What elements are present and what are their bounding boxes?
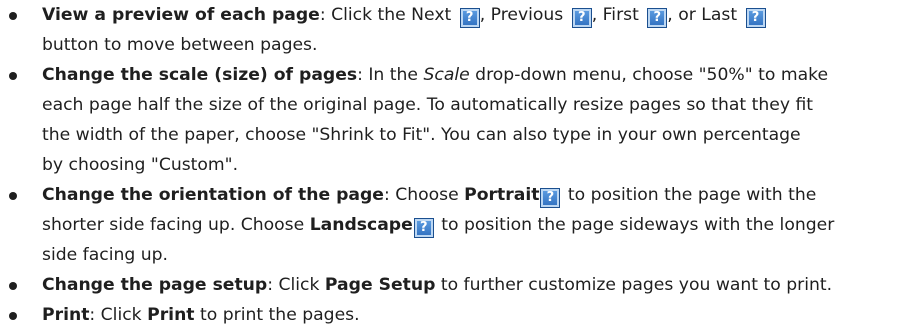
item-text: to position the page sideways with the l…: [435, 215, 835, 235]
bullet-icon: [9, 72, 17, 80]
list-item-line: the width of the paper, choose "Shrink t…: [42, 125, 801, 145]
list-item-line: Change the scale (size) of pages: In the…: [42, 60, 902, 90]
feature-list: View a preview of each page: Click the N…: [0, 0, 902, 330]
item-text: to position the page with the: [562, 185, 817, 205]
item-text: : In the: [357, 65, 424, 85]
item-text: drop-down menu, choose "50%" to make: [469, 65, 829, 85]
item-text: , or Last: [667, 5, 743, 25]
next-button-help-icon[interactable]: ?: [459, 8, 480, 28]
bullet-icon: [9, 282, 17, 290]
list-item-line: side facing up.: [42, 245, 169, 265]
bullet-icon: [9, 192, 17, 200]
item-title: Change the scale (size) of pages: [42, 65, 358, 85]
help-document: View a preview of each page: Click the N…: [0, 0, 902, 335]
list-item-print: Print: Click Print to print the pages.: [0, 300, 902, 330]
item-italic-term: Scale: [423, 65, 470, 85]
item-title: Change the page setup: [42, 275, 268, 295]
item-text: to further customize pages you want to p…: [435, 275, 833, 295]
last-button-help-icon[interactable]: ?: [745, 8, 766, 28]
item-text: : Click: [89, 305, 148, 325]
list-item-line: button to move between pages.: [42, 35, 318, 55]
landscape-help-icon[interactable]: ?: [413, 218, 434, 238]
item-text: to print the pages.: [194, 305, 360, 325]
item-bold-term: Page Setup: [324, 275, 436, 295]
list-item-preview: View a preview of each page: Click the N…: [0, 0, 902, 60]
item-bold-term: Print: [147, 305, 195, 325]
list-item-line: each page half the size of the original …: [42, 95, 814, 115]
item-title: Change the orientation of the page: [42, 185, 384, 205]
bullet-icon: [9, 312, 17, 320]
item-title: View a preview of each page: [42, 5, 320, 25]
item-title: Print: [42, 305, 90, 325]
item-text: shorter side facing up. Choose: [42, 215, 310, 235]
list-item-line: Print: Click Print to print the pages.: [42, 300, 902, 330]
item-text: , First: [591, 5, 645, 25]
list-item-line: by choosing "Custom".: [42, 155, 239, 175]
list-item-line: Change the orientation of the page: Choo…: [42, 180, 902, 210]
bullet-icon: [9, 12, 17, 20]
list-item-line: View a preview of each page: Click the N…: [42, 0, 902, 30]
portrait-help-icon[interactable]: ?: [540, 188, 561, 208]
item-text: : Click the Next: [319, 5, 457, 25]
item-text: : Choose: [383, 185, 465, 205]
list-item-line: Change the page setup: Click Page Setup …: [42, 270, 902, 300]
previous-button-help-icon[interactable]: ?: [571, 8, 592, 28]
item-text: , Previous: [479, 5, 569, 25]
list-item-scale: Change the scale (size) of pages: In the…: [0, 60, 902, 180]
item-bold-term: Portrait: [464, 185, 540, 205]
list-item-line: shorter side facing up. Choose Landscape…: [42, 210, 902, 240]
list-item-page-setup: Change the page setup: Click Page Setup …: [0, 270, 902, 300]
item-text: : Click: [267, 275, 325, 295]
item-bold-term: Landscape: [309, 215, 413, 235]
list-item-orientation: Change the orientation of the page: Choo…: [0, 180, 902, 270]
first-button-help-icon[interactable]: ?: [647, 8, 668, 28]
